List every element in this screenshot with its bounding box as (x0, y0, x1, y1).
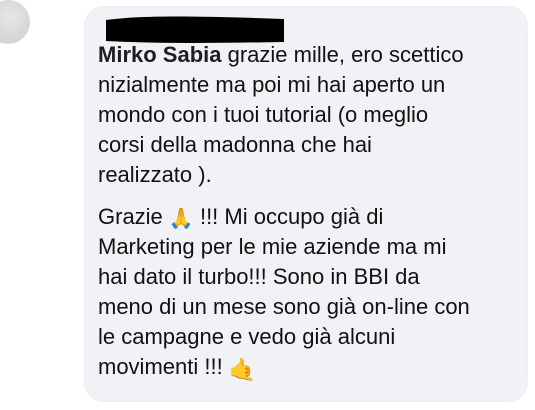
author-line: Mirko Sabia grazie mille, ero scettico (98, 40, 518, 70)
redaction-mark (106, 12, 284, 44)
comment-line-7: Marketing per le mie aziende ma mi (98, 234, 447, 259)
comment-line-6-rest: !!! Mi occupo già di (199, 204, 384, 229)
grazie-text: Grazie (98, 204, 163, 229)
comment-line-8: hai dato il turbo!!! Sono in BBI da (98, 264, 420, 289)
comment-line-3: mondo con i tuoi tutorial (o meglio (98, 102, 429, 127)
praying-hands-icon: 🙏 (168, 206, 194, 230)
comment-text: Mirko Sabia grazie mille, ero scettico n… (98, 40, 518, 382)
comment-line-2: nizialmente ma poi mi hai aperto un (98, 72, 446, 97)
comment-line-5: realizzato ). (98, 162, 212, 187)
comment-line-1: grazie mille, ero scettico (227, 42, 464, 67)
author-name[interactable]: Mirko Sabia (98, 42, 221, 67)
call-me-hand-icon: 🤙 (228, 358, 257, 383)
comment-line-9: meno di un mese sono già on-line con (98, 294, 470, 319)
comment-line-4: corsi della madonna che hai (98, 132, 372, 157)
comment-line-11: movimenti !!! 🤙 (98, 352, 518, 382)
movimenti-text: movimenti !!! (98, 354, 223, 379)
comment-line-10: le campagne e vedo già alcuni (98, 324, 396, 349)
comment-line-6: Grazie 🙏 !!! Mi occupo già di (98, 202, 518, 232)
